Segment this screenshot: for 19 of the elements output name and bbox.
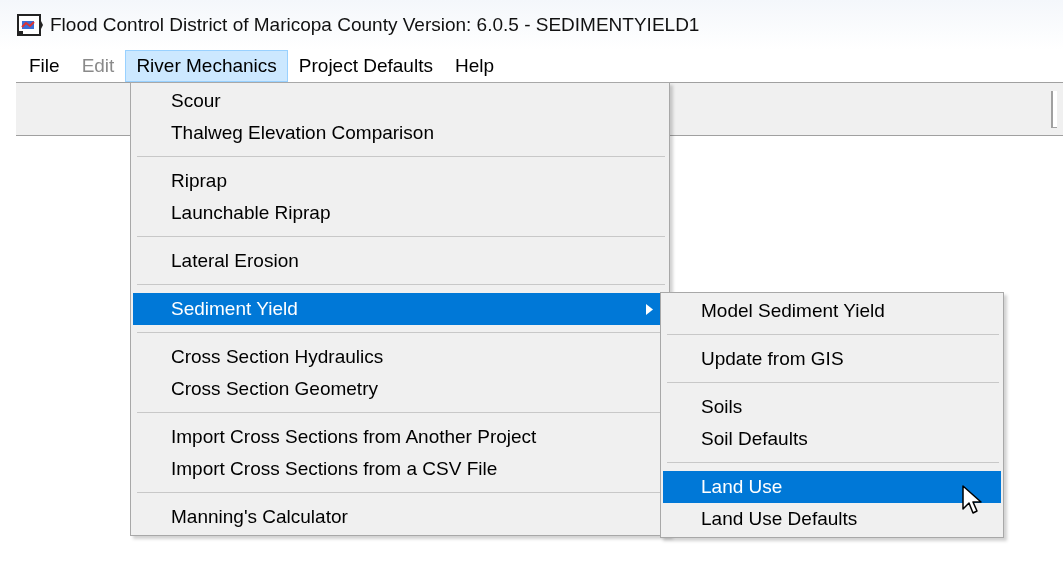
menu-item[interactable]: Scour bbox=[133, 85, 667, 117]
menu-item[interactable]: Lateral Erosion bbox=[133, 245, 667, 277]
menu-item[interactable]: Launchable Riprap bbox=[133, 197, 667, 229]
mouse-pointer-icon bbox=[962, 485, 984, 517]
submenu-arrow-icon bbox=[646, 303, 653, 315]
menu-bar-item[interactable]: River Mechanics bbox=[125, 50, 288, 82]
menu-item[interactable]: Update from GIS bbox=[663, 343, 1001, 375]
menu-bar-item[interactable]: Project Defaults bbox=[287, 50, 444, 82]
menu-item[interactable]: Thalweg Elevation Comparison bbox=[133, 117, 667, 149]
menu-item[interactable]: Soils bbox=[663, 391, 1001, 423]
menu-item[interactable]: Soil Defaults bbox=[663, 423, 1001, 455]
toolbar-grip[interactable] bbox=[1051, 91, 1057, 128]
menu-bar-item[interactable]: Help bbox=[443, 50, 505, 82]
menu-item[interactable]: Land Use Defaults bbox=[663, 503, 1001, 535]
app-icon bbox=[16, 13, 44, 37]
menu-item[interactable]: Riprap bbox=[133, 165, 667, 197]
window-title: Flood Control District of Maricopa County Version: 6.0.5 - SEDIMENTYIELD1 bbox=[50, 14, 700, 36]
menu-item[interactable]: Land Use bbox=[663, 471, 1001, 503]
menu-bar-item[interactable]: File bbox=[18, 50, 71, 82]
